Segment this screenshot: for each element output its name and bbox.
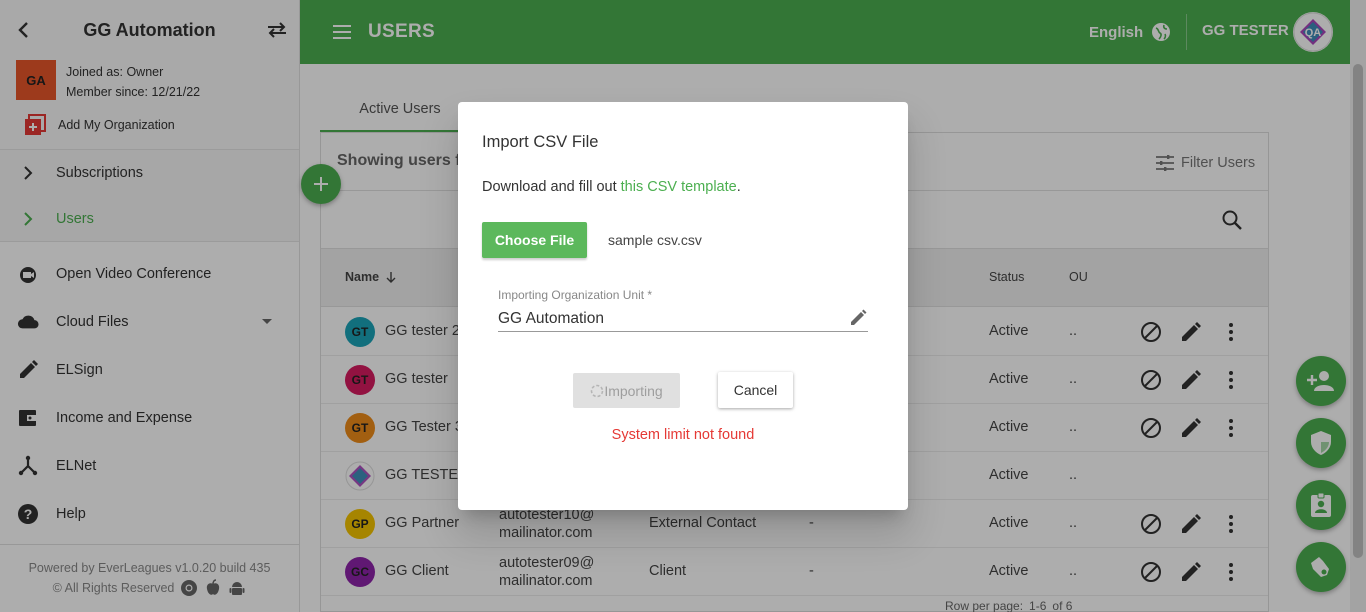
csv-template-link[interactable]: this CSV template xyxy=(621,179,737,195)
dialog-title: Import CSV File xyxy=(482,133,599,151)
organization-unit-field[interactable] xyxy=(498,306,868,332)
error-message: System limit not found xyxy=(611,427,755,443)
dialog-description: Download and fill out this CSV template. xyxy=(482,179,741,195)
description-suffix: . xyxy=(736,179,741,195)
selected-file-name: sample csv.csv xyxy=(608,232,702,248)
ou-field-label: Importing Organization Unit * xyxy=(498,288,653,302)
spinner-icon xyxy=(591,384,604,397)
import-csv-dialog: Import CSV File Download and fill out th… xyxy=(458,102,908,510)
edit-icon[interactable] xyxy=(849,309,867,327)
importing-button[interactable]: Importing xyxy=(573,373,680,408)
importing-label: Importing xyxy=(604,382,663,399)
cancel-button[interactable]: Cancel xyxy=(718,372,793,408)
choose-file-button[interactable]: Choose File xyxy=(482,222,587,258)
description-text: Download and fill out xyxy=(482,179,621,195)
